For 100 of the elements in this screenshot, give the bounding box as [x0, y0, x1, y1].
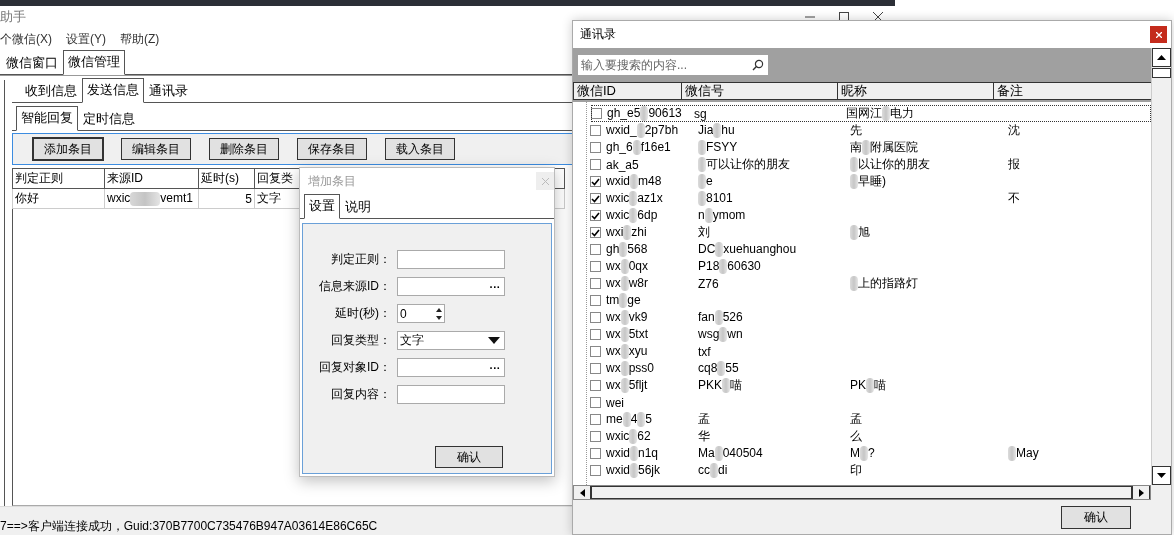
search-field[interactable]: 输入要搜索的内容...: [578, 55, 768, 75]
table-cell: 6dp: [637, 207, 658, 222]
table-cell: wx: [606, 343, 621, 358]
table-cell: 以让你的朋友: [858, 157, 930, 171]
tab[interactable]: 微信窗口: [1, 51, 63, 75]
table-cell: 喵: [730, 378, 742, 392]
table-cell: 2p7bh: [644, 122, 679, 137]
table-cell: DC: [698, 241, 716, 256]
spin-field[interactable]: 0: [397, 304, 445, 323]
column-header[interactable]: 来源ID: [104, 168, 199, 189]
table-cell: 90613: [648, 105, 682, 120]
table-cell: wx: [606, 258, 621, 273]
table-cell: 刘: [698, 225, 710, 239]
table-cell: 文字: [257, 191, 281, 205]
column-header[interactable]: 备注: [993, 82, 1152, 100]
table-cell: wxic: [606, 207, 630, 222]
column-header[interactable]: 昵称: [837, 82, 995, 100]
table-cell: 568: [627, 241, 648, 256]
table-cell: me: [606, 411, 623, 426]
table-cell: ge: [627, 292, 641, 307]
browse-field[interactable]: ···: [397, 358, 505, 377]
table-cell: wxic: [107, 191, 131, 206]
table-cell: 5fljt: [628, 377, 648, 392]
table-cell: 先: [850, 123, 862, 137]
table-cell: 不: [1008, 191, 1020, 205]
table-cell: wx: [606, 309, 621, 324]
table-cell: 印: [850, 463, 862, 477]
table-cell: May: [1016, 445, 1039, 460]
table-cell: wxic: [606, 190, 630, 205]
table-cell: wxid: [606, 462, 630, 477]
dropdown[interactable]: 文字: [397, 331, 505, 350]
table-cell: 040504: [722, 445, 763, 460]
dialog-title: 通讯录: [580, 26, 616, 43]
table-cell: ymom: [712, 207, 746, 222]
table-cell: 么: [850, 429, 862, 443]
tab[interactable]: 智能回复: [16, 106, 78, 131]
table-cell: 5: [645, 411, 653, 426]
menu-item[interactable]: 个微信(X): [0, 30, 52, 48]
table-cell: 电力: [890, 106, 914, 120]
table-cell: 55: [725, 360, 739, 375]
field-label: 回复对象ID：: [318, 359, 392, 376]
table-cell: 旭: [858, 225, 870, 239]
table-cell: 上的指路灯: [858, 276, 918, 290]
toolbar-button[interactable]: 载入条目: [385, 138, 455, 160]
window-title: 助手: [0, 8, 26, 26]
menu-item[interactable]: 帮助(Z): [120, 30, 160, 48]
table-cell: xyu: [628, 343, 648, 358]
table-cell: FSYY: [706, 139, 738, 154]
tab[interactable]: 发送信息: [82, 78, 144, 103]
table-cell: 国网江: [846, 106, 882, 120]
table-cell: 喵: [874, 378, 886, 392]
table-cell: 526: [722, 309, 743, 324]
table-cell: 附属医院: [870, 140, 918, 154]
confirm-button[interactable]: 确认: [1061, 505, 1131, 529]
browse-field[interactable]: ···: [397, 277, 505, 296]
column-header[interactable]: 微信ID: [573, 82, 683, 100]
menu-item[interactable]: 设置(Y): [66, 30, 106, 48]
table-cell: fan: [698, 309, 715, 324]
table-cell: cq8: [698, 360, 718, 375]
tab[interactable]: 收到信息: [20, 79, 82, 103]
table-cell: zhi: [631, 224, 647, 239]
table-cell: gh: [606, 241, 620, 256]
table-cell: ?: [868, 445, 875, 460]
table-cell: wxid: [606, 445, 630, 460]
tab[interactable]: 定时信息: [78, 107, 140, 131]
browse-button[interactable]: ···: [486, 359, 504, 376]
table-cell: vk9: [628, 309, 648, 324]
table-cell: hu: [721, 122, 735, 137]
table-cell: Z76: [698, 276, 719, 291]
table-cell: vemt1: [160, 191, 194, 206]
table-cell: 60630: [727, 258, 761, 273]
table-cell: wxic: [606, 428, 630, 443]
table-cell: 可以让你的朋友: [706, 157, 790, 171]
confirm-button[interactable]: 确认: [435, 446, 503, 468]
table-cell: P18: [698, 258, 720, 273]
tab[interactable]: 微信管理: [63, 50, 125, 75]
table-cell: wx: [606, 377, 621, 392]
table-cell: n: [698, 207, 705, 222]
table-cell: wn: [727, 326, 743, 341]
tab[interactable]: 设置: [304, 194, 340, 219]
table-cell: 早睡): [858, 174, 886, 188]
table-cell: wei: [606, 395, 624, 410]
table-cell: 8101: [706, 190, 733, 205]
table-cell: 孟: [698, 412, 710, 426]
column-header[interactable]: 判定正则: [12, 168, 105, 189]
toolbar-button[interactable]: 编辑条目: [121, 138, 191, 160]
tab[interactable]: 通讯录: [144, 79, 193, 103]
toolbar-button[interactable]: 删除条目: [209, 138, 279, 160]
browse-button[interactable]: ···: [486, 278, 504, 295]
table-cell: 0qx: [628, 258, 649, 273]
table-cell: 报: [1008, 157, 1020, 171]
table-cell: 你好: [15, 191, 39, 205]
column-header[interactable]: 延时(s): [198, 168, 255, 189]
field-label: 判定正则：: [330, 251, 392, 268]
tab[interactable]: 说明: [340, 195, 376, 219]
column-header[interactable]: 微信号: [681, 82, 839, 100]
table-cell: 5txt: [628, 326, 648, 341]
toolbar-button[interactable]: 保存条目: [297, 138, 367, 160]
toolbar-button[interactable]: 添加条目: [33, 138, 103, 160]
table-cell: txf: [698, 344, 711, 359]
